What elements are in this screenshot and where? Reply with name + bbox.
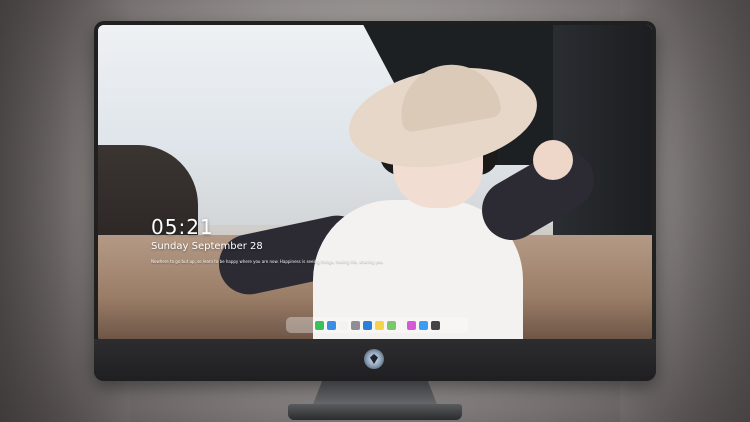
clock-icon[interactable] <box>338 320 348 330</box>
dock-separator <box>400 320 402 330</box>
dock <box>286 317 468 333</box>
messages-icon[interactable] <box>314 320 324 330</box>
settings-icon[interactable] <box>350 320 360 330</box>
brand-logo-mark <box>370 354 378 364</box>
camera-icon[interactable] <box>430 320 440 330</box>
monitor-stand-base <box>288 404 462 420</box>
music-icon[interactable] <box>406 320 416 330</box>
finder-icon[interactable] <box>326 320 336 330</box>
photos-icon[interactable] <box>386 320 396 330</box>
appstore-icon[interactable] <box>418 320 428 330</box>
brand-logo-icon <box>364 349 384 369</box>
lockscreen-clock: 05:21 <box>151 215 214 239</box>
lockscreen-date: Sunday September 28 <box>151 241 263 252</box>
media-icon[interactable] <box>362 320 372 330</box>
monitor: 05:21 Sunday September 28 Nowhere to go … <box>94 21 656 381</box>
monitor-chin <box>94 339 656 381</box>
wallpaper-person-hand <box>533 140 573 180</box>
lockscreen-quote: Nowhere to go but up, so learn to be hap… <box>151 259 383 264</box>
notes-icon[interactable] <box>374 320 384 330</box>
screen: 05:21 Sunday September 28 Nowhere to go … <box>98 25 652 339</box>
